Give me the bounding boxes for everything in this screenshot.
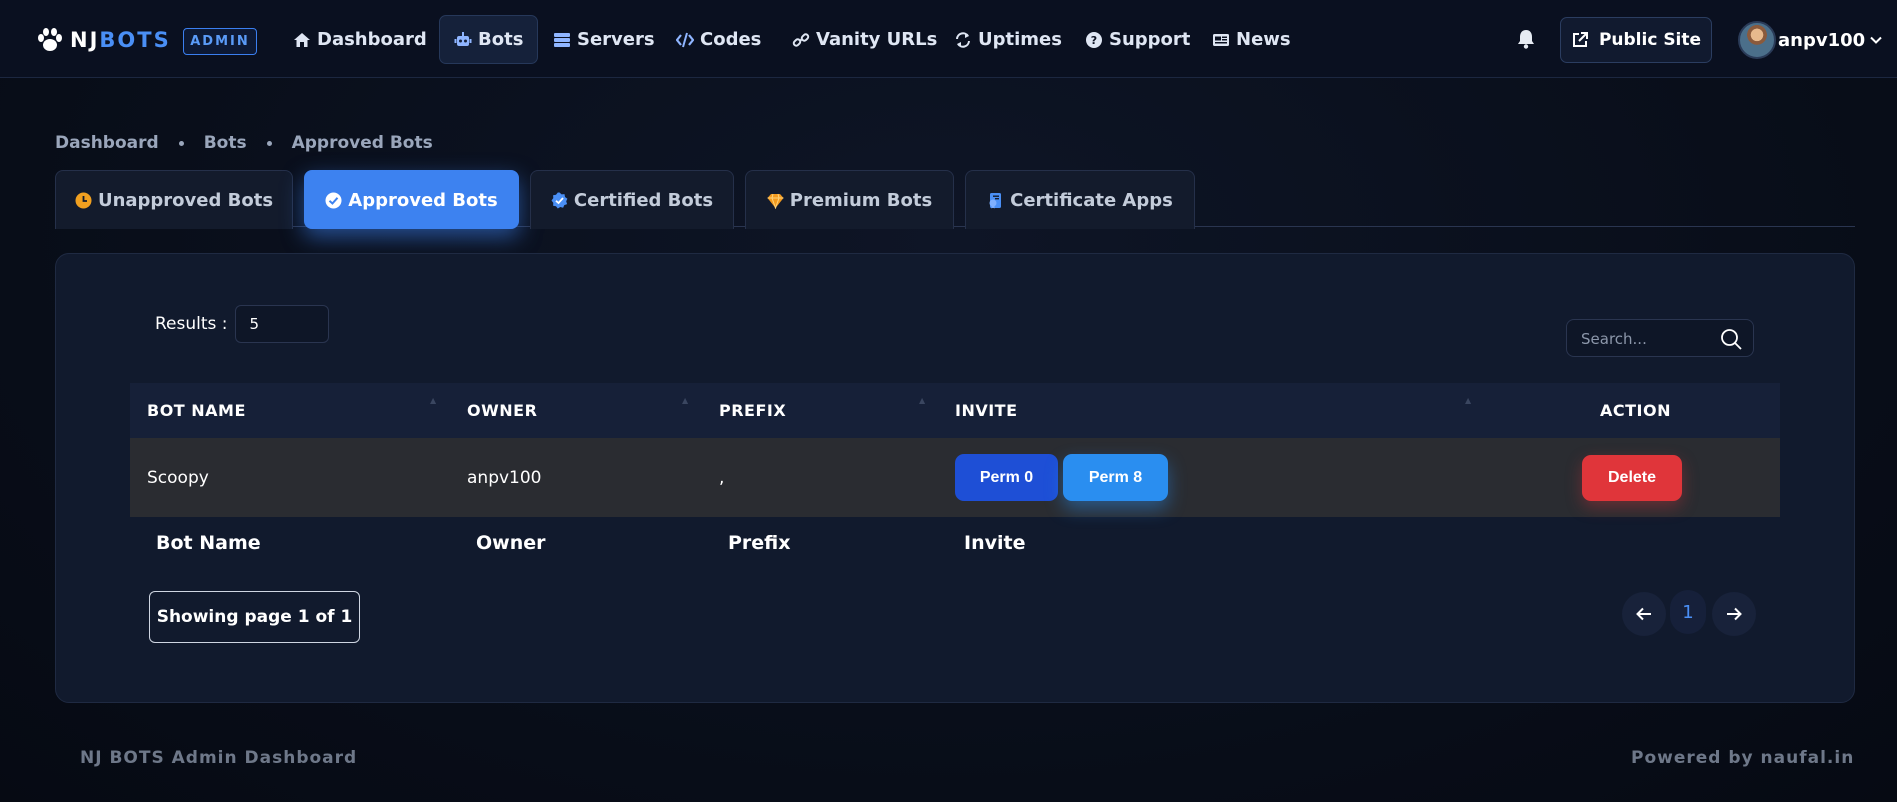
results-per-page: Results : bbox=[155, 305, 329, 343]
brand-name-part1: NJ bbox=[70, 28, 100, 52]
tab-certified-bots[interactable]: Certified Bots bbox=[530, 170, 734, 229]
cell-owner: anpv100 bbox=[467, 467, 542, 488]
nav-servers-label: Servers bbox=[577, 29, 655, 50]
footer-column-owner: Owner bbox=[476, 532, 546, 554]
search-icon[interactable] bbox=[1719, 327, 1743, 351]
prev-page-button[interactable] bbox=[1622, 592, 1666, 636]
clock-icon bbox=[75, 192, 92, 208]
tab-unapproved-bots-label: Unapproved Bots bbox=[97, 189, 274, 211]
public-site-label: Public Site bbox=[1598, 30, 1702, 50]
brand-name: NJBOTS bbox=[70, 28, 171, 52]
page-number-button[interactable]: 1 bbox=[1670, 590, 1706, 634]
column-header-action: ACTION bbox=[1600, 401, 1671, 420]
footer-title: NJ BOTS Admin Dashboard bbox=[80, 748, 358, 768]
avatar bbox=[1738, 21, 1776, 59]
nav-servers[interactable]: Servers bbox=[539, 15, 669, 64]
admin-badge: ADMIN bbox=[183, 28, 257, 55]
nav-support[interactable]: ? Support bbox=[1071, 15, 1204, 64]
table-header: BOT NAME ▲ OWNER ▲ PREFIX ▲ INVITE ▲ ACT… bbox=[130, 383, 1780, 438]
bell-icon[interactable] bbox=[1515, 28, 1537, 50]
brand-name-part2: BOTS bbox=[99, 28, 171, 52]
nav-codes[interactable]: Codes bbox=[662, 15, 775, 64]
code-icon bbox=[676, 32, 694, 47]
breadcrumb-dashboard[interactable]: Dashboard bbox=[55, 133, 159, 153]
breadcrumb: Dashboard Bots Approved Bots bbox=[55, 133, 433, 153]
chevron-down-icon bbox=[1870, 36, 1882, 44]
brand-logo[interactable]: NJBOTS bbox=[34, 24, 171, 56]
cell-bot-name: Scoopy bbox=[147, 467, 209, 488]
nav-dashboard-label: Dashboard bbox=[317, 29, 427, 50]
sort-indicator: ▲ bbox=[919, 396, 926, 405]
breadcrumb-approved-bots: Approved Bots bbox=[291, 133, 433, 153]
gem-icon bbox=[767, 193, 784, 209]
column-header-owner[interactable]: OWNER bbox=[467, 383, 537, 438]
column-header-invite[interactable]: INVITE bbox=[955, 383, 1018, 438]
cell-prefix: , bbox=[719, 467, 725, 488]
tab-premium-bots-label: Premium Bots bbox=[789, 189, 933, 211]
user-menu[interactable]: anpv100 bbox=[1738, 20, 1883, 60]
certificate-icon bbox=[989, 192, 1002, 208]
top-navbar: NJBOTS ADMIN Dashboard Bots Servers Code… bbox=[0, 0, 1897, 78]
public-site-button[interactable]: Public Site bbox=[1560, 17, 1712, 63]
link-icon bbox=[792, 32, 810, 47]
tab-approved-bots-label: Approved Bots bbox=[348, 189, 498, 211]
nav-vanity-urls[interactable]: Vanity URLs bbox=[778, 15, 951, 64]
pagination-info: Showing page 1 of 1 bbox=[149, 591, 360, 643]
svg-text:?: ? bbox=[1091, 34, 1097, 47]
verified-badge-icon bbox=[551, 192, 568, 208]
results-count-input[interactable] bbox=[234, 305, 329, 343]
username: anpv100 bbox=[1778, 29, 1866, 51]
delete-button[interactable]: Delete bbox=[1582, 455, 1682, 501]
tab-premium-bots[interactable]: Premium Bots bbox=[745, 170, 954, 229]
invite-perm0-button[interactable]: Perm 0 bbox=[955, 454, 1058, 501]
home-icon bbox=[294, 32, 310, 47]
external-link-icon bbox=[1572, 32, 1588, 47]
nav-support-label: Support bbox=[1109, 29, 1191, 50]
breadcrumb-separator bbox=[266, 140, 272, 146]
tab-certificate-apps[interactable]: Certificate Apps bbox=[965, 170, 1195, 229]
tab-certificate-apps-label: Certificate Apps bbox=[1010, 189, 1173, 211]
search-box[interactable] bbox=[1566, 319, 1754, 357]
nav-uptimes-label: Uptimes bbox=[978, 29, 1062, 50]
next-page-button[interactable] bbox=[1712, 592, 1756, 636]
footer-column-bot-name: Bot Name bbox=[156, 532, 261, 554]
robot-icon bbox=[454, 31, 472, 46]
nav-uptimes[interactable]: Uptimes bbox=[940, 15, 1076, 64]
nav-bots-label: Bots bbox=[478, 29, 524, 50]
nav-news[interactable]: News bbox=[1198, 15, 1305, 64]
nav-vanity-urls-label: Vanity URLs bbox=[816, 29, 938, 50]
column-header-prefix[interactable]: PREFIX bbox=[719, 383, 786, 438]
sync-icon bbox=[956, 31, 970, 48]
breadcrumb-separator bbox=[178, 140, 184, 146]
check-circle-icon bbox=[325, 192, 342, 208]
breadcrumb-bots[interactable]: Bots bbox=[204, 133, 247, 153]
arrow-left-icon bbox=[1636, 607, 1651, 621]
nav-dashboard[interactable]: Dashboard bbox=[279, 15, 441, 64]
footer-column-prefix: Prefix bbox=[728, 532, 791, 554]
nav-news-label: News bbox=[1236, 29, 1291, 50]
nav-codes-label: Codes bbox=[700, 29, 762, 50]
paw-icon bbox=[38, 28, 62, 51]
invite-perm8-button[interactable]: Perm 8 bbox=[1063, 454, 1168, 501]
sort-indicator: ▲ bbox=[1465, 396, 1472, 405]
nav-bots[interactable]: Bots bbox=[439, 15, 539, 64]
newspaper-icon bbox=[1213, 33, 1229, 46]
tab-certified-bots-label: Certified Bots bbox=[573, 189, 714, 211]
tab-approved-bots[interactable]: Approved Bots bbox=[304, 170, 519, 229]
results-label: Results : bbox=[155, 314, 228, 334]
footer-column-invite: Invite bbox=[964, 532, 1026, 554]
server-icon bbox=[554, 32, 570, 47]
sort-indicator: ▲ bbox=[430, 396, 437, 405]
arrow-right-icon bbox=[1727, 607, 1742, 621]
tab-unapproved-bots[interactable]: Unapproved Bots bbox=[55, 170, 293, 229]
footer-credit[interactable]: Powered by naufal.in bbox=[1631, 748, 1854, 768]
search-input[interactable] bbox=[1581, 328, 1711, 350]
sort-indicator: ▲ bbox=[682, 396, 689, 405]
question-icon: ? bbox=[1086, 31, 1102, 48]
column-header-bot-name[interactable]: BOT NAME bbox=[147, 383, 246, 438]
